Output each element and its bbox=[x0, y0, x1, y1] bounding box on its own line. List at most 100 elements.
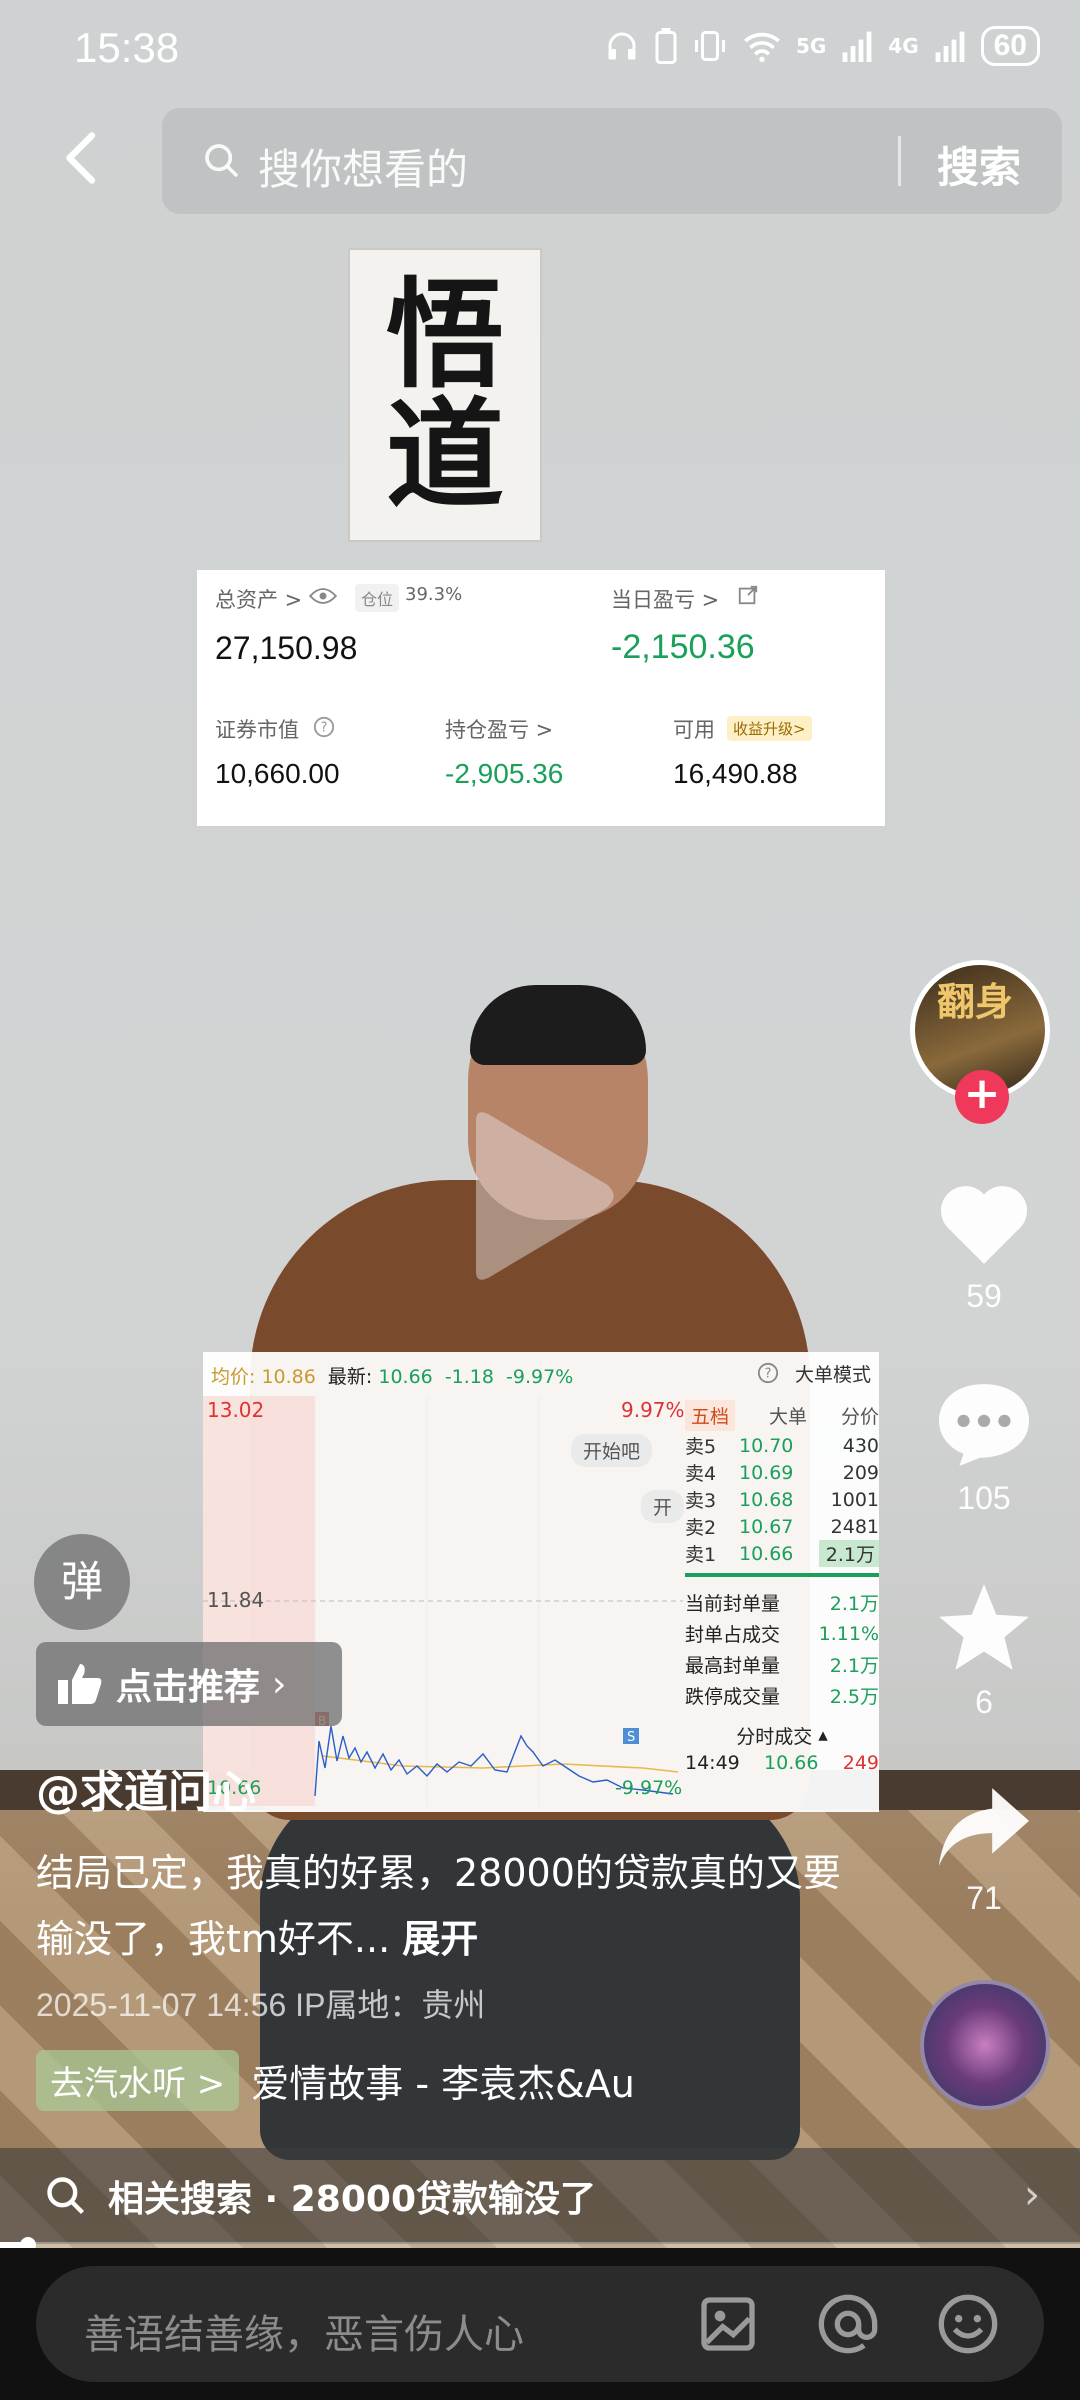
trade-row: 14:49 10.66 249 bbox=[685, 1749, 879, 1777]
vibrate-icon bbox=[694, 31, 725, 61]
comment-button[interactable]: 105 bbox=[924, 1380, 1044, 1517]
tab-five-levels[interactable]: 五档 bbox=[685, 1399, 736, 1431]
music-disc[interactable] bbox=[920, 1980, 1050, 2110]
music-row[interactable]: 去汽水听 > 爱情故事 - 李袁杰&Au bbox=[36, 2050, 635, 2111]
order-stat: 跌停成交量 2.5万 bbox=[685, 1680, 879, 1711]
stat-label: 最高封单量 bbox=[685, 1655, 781, 1677]
comment-icon bbox=[939, 1384, 1029, 1466]
like-count: 59 bbox=[966, 1278, 1002, 1314]
ask-name: 卖2 bbox=[685, 1517, 717, 1539]
status-bar: 15:38 5G 4G 60 bbox=[0, 0, 1080, 100]
chevron-right-icon: › bbox=[1024, 2172, 1040, 2218]
sell-marker: S bbox=[627, 1730, 636, 1745]
recommend-label: 点击推荐 bbox=[116, 1667, 261, 1708]
signal-icon bbox=[842, 31, 872, 62]
person-hair bbox=[470, 985, 646, 1065]
position-tag: 仓位 bbox=[355, 584, 400, 612]
order-stat: 封单占成交 1.11% bbox=[685, 1618, 879, 1649]
favorite-button[interactable]: 6 bbox=[924, 1580, 1044, 1721]
ask-row: 卖3 10.68 1001 bbox=[685, 1486, 879, 1513]
market-value: 10,660.00 bbox=[215, 758, 340, 789]
follow-button[interactable]: + bbox=[955, 1070, 1009, 1124]
ask-qty: 2481 bbox=[830, 1515, 879, 1538]
poster-char-1: 悟 bbox=[385, 265, 504, 404]
ask-name: 卖1 bbox=[685, 1544, 717, 1566]
latest-label: 最新: bbox=[327, 1366, 373, 1388]
eye-icon bbox=[309, 588, 337, 604]
ask-row: 卖5 10.70 430 bbox=[685, 1432, 879, 1459]
comment-pill-start: 开始吧 bbox=[571, 1434, 653, 1467]
play-icon[interactable] bbox=[460, 1106, 620, 1286]
tab-large-orders[interactable]: 大单 bbox=[769, 1402, 807, 1429]
ask-row: 卖1 10.66 2.1万 bbox=[685, 1540, 879, 1567]
open-music-app-chip[interactable]: 去汽水听 > bbox=[36, 2050, 240, 2111]
avg-price-value: 10.86 bbox=[261, 1366, 316, 1388]
asset-card: 总资产 > 仓位 39.3% 27,150.98 当日盈亏 > -2,150.3… bbox=[197, 570, 885, 826]
yield-upgrade-tag[interactable]: 收益升级> bbox=[727, 716, 812, 741]
trade-time: 14:49 bbox=[685, 1752, 740, 1774]
stat-label: 封单占成交 bbox=[685, 1624, 781, 1646]
battery-indicator: 60 bbox=[980, 26, 1040, 66]
ask-qty: 2.1万 bbox=[819, 1540, 879, 1567]
network-4g: 4G bbox=[888, 34, 919, 58]
stat-value: 2.1万 bbox=[829, 1655, 879, 1677]
pct-high: 9.97% bbox=[621, 1398, 685, 1422]
comment-input[interactable]: 善语结善缘，恶言伤人心 bbox=[36, 2266, 1044, 2382]
expand-link[interactable]: 展开 bbox=[402, 1917, 478, 1961]
order-stat: 最高封单量 2.1万 bbox=[685, 1649, 879, 1680]
ask-price: 10.66 bbox=[739, 1542, 794, 1565]
comment-pill-open: 开 bbox=[641, 1490, 685, 1523]
available-value: 16,490.88 bbox=[673, 758, 798, 789]
trade-header: 分时成交 ▴ bbox=[685, 1721, 879, 1749]
related-search-bar[interactable]: 相关搜索 · 28000贷款输没了 › bbox=[0, 2148, 1080, 2244]
heart-icon bbox=[940, 1186, 1028, 1264]
stat-value: 1.11% bbox=[818, 1622, 879, 1645]
share-out-icon[interactable] bbox=[737, 584, 759, 606]
image-icon[interactable] bbox=[696, 2292, 760, 2356]
signal-icon-2 bbox=[935, 31, 965, 62]
stock-header: 均价: 10.86 最新: 10.66 -1.18 -9.97% bbox=[211, 1362, 573, 1389]
wifi-icon bbox=[744, 32, 780, 62]
position-pct: 39.3% bbox=[405, 584, 463, 605]
emoji-icon[interactable] bbox=[936, 2292, 1000, 2356]
tab-price-dist[interactable]: 分价 bbox=[841, 1402, 879, 1429]
video-caption[interactable]: 结局已定，我真的好累，28000的贷款真的又要输没了，我tm好不... 展开 bbox=[36, 1840, 856, 1972]
back-arrow-icon[interactable] bbox=[52, 128, 112, 188]
favorite-count: 6 bbox=[975, 1684, 993, 1720]
svg-text:?: ? bbox=[765, 1367, 772, 1382]
share-icon bbox=[939, 1788, 1029, 1866]
search-input[interactable]: 搜你想看的 bbox=[258, 136, 468, 197]
ask-qty: 430 bbox=[842, 1434, 879, 1457]
music-title[interactable]: 爱情故事 - 李袁杰&Au bbox=[251, 2053, 635, 2108]
like-button[interactable]: 59 bbox=[924, 1178, 1044, 1315]
ask-row: 卖4 10.69 209 bbox=[685, 1459, 879, 1486]
trade-qty: 249 bbox=[842, 1752, 879, 1774]
help-icon[interactable]: ? bbox=[757, 1362, 779, 1384]
svg-text:?: ? bbox=[321, 721, 328, 736]
large-order-mode[interactable]: 大单模式 bbox=[795, 1360, 871, 1387]
mention-icon[interactable] bbox=[816, 2292, 880, 2356]
order-divider bbox=[685, 1573, 879, 1577]
daily-pnl-label: 当日盈亏 > bbox=[611, 588, 720, 612]
stat-value: 2.1万 bbox=[829, 1593, 879, 1615]
search-divider bbox=[898, 136, 901, 186]
recommend-button[interactable]: 点击推荐 › bbox=[36, 1642, 342, 1726]
comment-count: 105 bbox=[957, 1480, 1011, 1516]
ask-price: 10.70 bbox=[739, 1434, 794, 1457]
price-mid: 11.84 bbox=[207, 1588, 265, 1612]
status-time: 15:38 bbox=[74, 24, 180, 71]
daily-pnl-value: -2,150.36 bbox=[611, 628, 755, 666]
search-button[interactable]: 搜索 bbox=[937, 134, 1021, 195]
ask-name: 卖3 bbox=[685, 1490, 717, 1512]
network-5g: 5G bbox=[795, 34, 827, 58]
danmaku-toggle[interactable]: 弹 bbox=[34, 1534, 130, 1630]
status-icons: 5G 4G 60 bbox=[604, 26, 1040, 66]
author-name[interactable]: @求道问心 bbox=[36, 1756, 256, 1820]
share-button[interactable]: 71 bbox=[924, 1780, 1044, 1917]
help-icon[interactable]: ? bbox=[313, 716, 335, 738]
order-stat: 当前封单量 2.1万 bbox=[685, 1587, 879, 1618]
search-bar[interactable]: 搜你想看的 搜索 bbox=[162, 108, 1062, 214]
ask-row: 卖2 10.67 2481 bbox=[685, 1513, 879, 1540]
ask-name: 卖5 bbox=[685, 1436, 717, 1458]
available-label: 可用 bbox=[673, 718, 715, 742]
